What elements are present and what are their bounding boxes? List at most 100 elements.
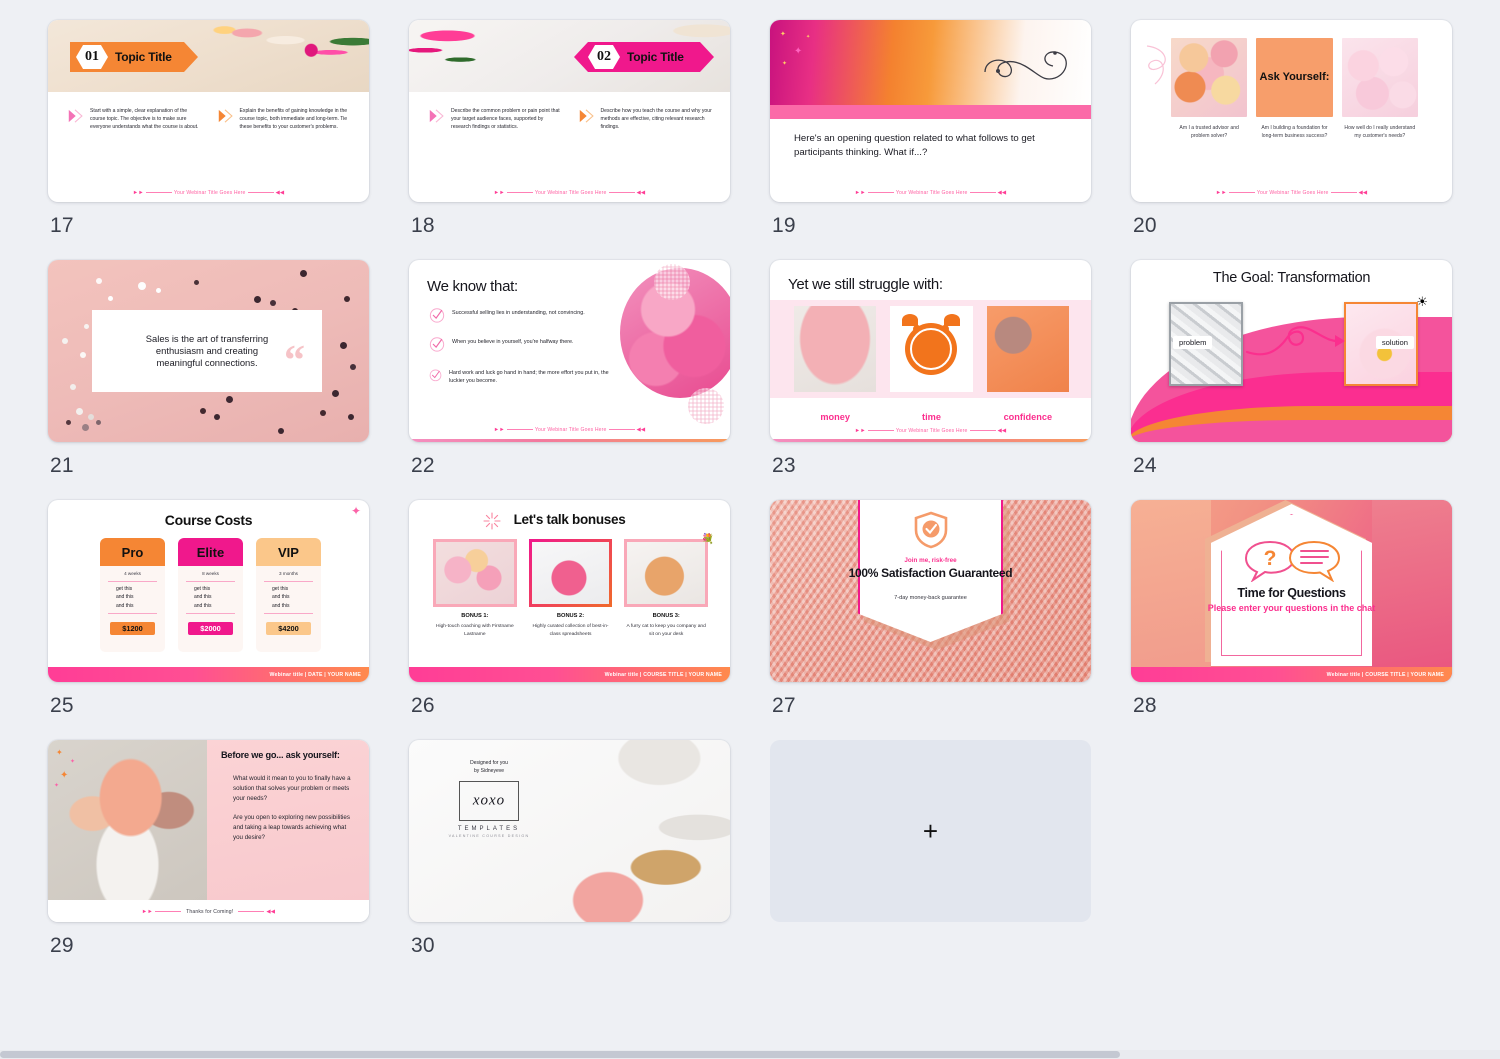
slide-cell-29: ✦ ✦ ✦ ✦ Before we go... ask yourself: Wh… [48, 740, 409, 980]
slide-25-plan-vip[interactable]: VIP 3 months get this and this and this … [256, 538, 321, 652]
feature-item: and this [194, 602, 212, 609]
feature-item: and this [194, 594, 212, 601]
footer-arrow-left: ►► [1215, 190, 1227, 196]
slide-25-footer-bar: Webinar title | DATE | YOUR NAME [48, 667, 369, 682]
sparkle-icon: ✦ [806, 34, 811, 40]
scrollbar-thumb[interactable] [0, 1051, 1120, 1058]
slide-26-bonus-2: BONUS 2: Highly curated collection of be… [529, 613, 613, 639]
slide-cell-24: The Goal: Transformation problem solutio… [1131, 260, 1492, 500]
slide-23-labels: money time confidence [794, 412, 1069, 422]
slide-17-columns: Start with a simple, clear explanation o… [68, 108, 353, 132]
slide-18-number-hex: 02 [588, 45, 620, 69]
slide-25-plan-pro-duration: 4 weeks [124, 571, 141, 576]
slide-23-images [794, 306, 1069, 392]
slide-number-28: 28 [1133, 694, 1157, 717]
slide-thumbnail-30[interactable]: Designed for you by Sidneyeve xoxo TEMPL… [409, 740, 730, 922]
slide-23-image-money [794, 306, 877, 392]
slide-25-plan-elite[interactable]: Elite 8 weeks get this and this and this… [178, 538, 243, 652]
slide-thumbnail-25[interactable]: ✦ Course Costs Pro 4 weeks get this and … [48, 500, 369, 682]
slide-cell-27: Join me, risk-free 100% Satisfaction Gua… [770, 500, 1131, 740]
flourish-curl-icon [1146, 45, 1166, 85]
slide-26-bonus-1: BONUS 1: High-touch coaching with Firstn… [433, 613, 517, 639]
slide-20-center-title: Ask Yourself: [1256, 38, 1333, 117]
slide-thumbnail-20[interactable]: Ask Yourself: Am I a trusted advisor and… [1131, 20, 1452, 202]
footer-arrow-right: ◀◀ [636, 190, 646, 196]
slide-thumbnail-19[interactable]: ✦ ✦ ✦ ✦ Here's an opening question relat… [770, 20, 1091, 202]
footer-arrow-right: ◀◀ [636, 427, 646, 433]
slide-18-topic-badge: 02 Topic Title [574, 42, 714, 72]
sparkle-icon: ✦ [780, 31, 786, 38]
slide-26-bonus-3: BONUS 3: A furry cat to keep you company… [624, 613, 708, 639]
sparkle-icon: ✦ [70, 759, 76, 765]
slide-number-18: 18 [411, 214, 435, 237]
slide-29-footer: ►► Thanks for Coming! ◀◀ [48, 909, 369, 915]
svg-text:?: ? [1263, 547, 1276, 570]
slide-thumbnail-21[interactable]: “ Sales is the art of transferring enthu… [48, 260, 369, 442]
slide-thumbnail-24[interactable]: The Goal: Transformation problem solutio… [1131, 260, 1452, 442]
slide-20-tiles: Ask Yourself: [1171, 38, 1418, 117]
slide-thumbnail-22[interactable]: We know that: Successful selling lies in… [409, 260, 730, 442]
slide-25-plan-elite-name: Elite [178, 538, 243, 566]
slide-cell-20: Ask Yourself: Am I a trusted advisor and… [1131, 20, 1492, 260]
slide-thumbnail-26[interactable]: Let's talk bonuses 💐 BONUS 1: High-touch… [409, 500, 730, 682]
slide-22-item-1: Successful selling lies in understanding… [429, 307, 619, 323]
slide-22-footer: ►► Your Webinar Title Goes Here ◀◀ [409, 427, 730, 433]
slide-number-30: 30 [411, 934, 435, 957]
slide-27-eyebrow: Join me, risk-free [904, 557, 957, 564]
slide-25-plan-vip-duration: 3 months [279, 571, 298, 576]
slide-26-image-2 [528, 539, 613, 607]
slide-17-topic-badge: 01 Topic Title [70, 42, 198, 72]
sparkle-icon: ✦ [54, 783, 60, 789]
butterfly-icon: 💐 [701, 534, 714, 545]
sparkle-icon: ✦ [794, 46, 803, 57]
plus-icon: + [922, 816, 939, 846]
slide-19-footer: ►► Your Webinar Title Goes Here ◀◀ [770, 190, 1091, 196]
slide-20-footer: ►► Your Webinar Title Goes Here ◀◀ [1131, 190, 1452, 196]
slide-26-bonus-1-label: BONUS 1: [461, 613, 489, 619]
horizontal-scrollbar[interactable] [0, 1050, 1500, 1059]
slide-22-footer-text: Your Webinar Title Goes Here [534, 427, 607, 433]
slide-thumbnail-28[interactable]: ? Time for Questions Please enter your q… [1131, 500, 1452, 682]
slide-25-plan-pro[interactable]: Pro 4 weeks get this and this and this $… [100, 538, 165, 652]
slide-cell-18: 02 Topic Title Describe the common probl… [409, 20, 770, 260]
slide-thumbnail-29[interactable]: ✦ ✦ ✦ ✦ Before we go... ask yourself: Wh… [48, 740, 369, 922]
slide-18-footer: ►► Your Webinar Title Goes Here ◀◀ [409, 190, 730, 196]
slide-25-plan-pro-price: $1200 [110, 621, 155, 635]
add-slide-button[interactable]: + [770, 740, 1091, 922]
slide-thumbnail-23[interactable]: Yet we still struggle with: money time c… [770, 260, 1091, 442]
slide-29-footer-text: Thanks for Coming! [186, 909, 234, 915]
slide-25-plan-pro-name: Pro [100, 538, 165, 566]
slide-22-heading: We know that: [427, 278, 518, 295]
slide-28-title: Time for Questions [1237, 586, 1346, 600]
slide-25-heading: Course Costs [164, 512, 253, 528]
slide-thumbnail-17[interactable]: 01 Topic Title Start with a simple, clea… [48, 20, 369, 202]
slide-30-logo-text: xoxo [472, 792, 506, 809]
slide-cell-30: Designed for you by Sidneyeve xoxo TEMPL… [409, 740, 770, 980]
quote-mark-close: “ [284, 338, 305, 384]
slide-26-bonus-3-text: A furry cat to keep you company and sit … [626, 624, 706, 637]
slide-23-accent-line [770, 439, 1091, 442]
slide-25-plan-pro-features: get this and this and this [108, 581, 157, 614]
double-chevron-icon [579, 109, 594, 123]
shield-check-icon [914, 511, 947, 549]
feature-item: and this [272, 594, 290, 601]
footer-arrow-right: ◀◀ [275, 190, 285, 196]
slide-number-19: 19 [772, 214, 796, 237]
slide-28-footer-bar: Webinar title | COURSE TITLE | YOUR NAME [1131, 667, 1452, 682]
feature-item: get this [116, 586, 133, 592]
slide-17-column-1: Start with a simple, clear explanation o… [68, 108, 204, 132]
slide-25-plan-elite-duration: 8 weeks [202, 571, 219, 576]
slide-22-item-3: Hard work and luck go hand in hand; the … [429, 367, 619, 386]
slide-22-accent-line [409, 439, 730, 442]
slide-22-item-2: When you believe in yourself, you're hal… [429, 336, 619, 352]
slide-number-20: 20 [1133, 214, 1157, 237]
slide-23-label-2: time [922, 412, 941, 422]
slide-26-bonus-images [433, 539, 709, 607]
slide-30-brand-block: Designed for you by Sidneyeve xoxo TEMPL… [435, 760, 543, 838]
sparkle-icon: ✦ [56, 748, 63, 757]
footer-arrow-right: ◀◀ [997, 190, 1007, 196]
slide-number-21: 21 [50, 454, 74, 477]
slide-thumbnail-27[interactable]: Join me, risk-free 100% Satisfaction Gua… [770, 500, 1091, 682]
slide-thumbnail-18[interactable]: 02 Topic Title Describe the common probl… [409, 20, 730, 202]
slide-26-bonus-captions: BONUS 1: High-touch coaching with Firstn… [433, 613, 708, 639]
